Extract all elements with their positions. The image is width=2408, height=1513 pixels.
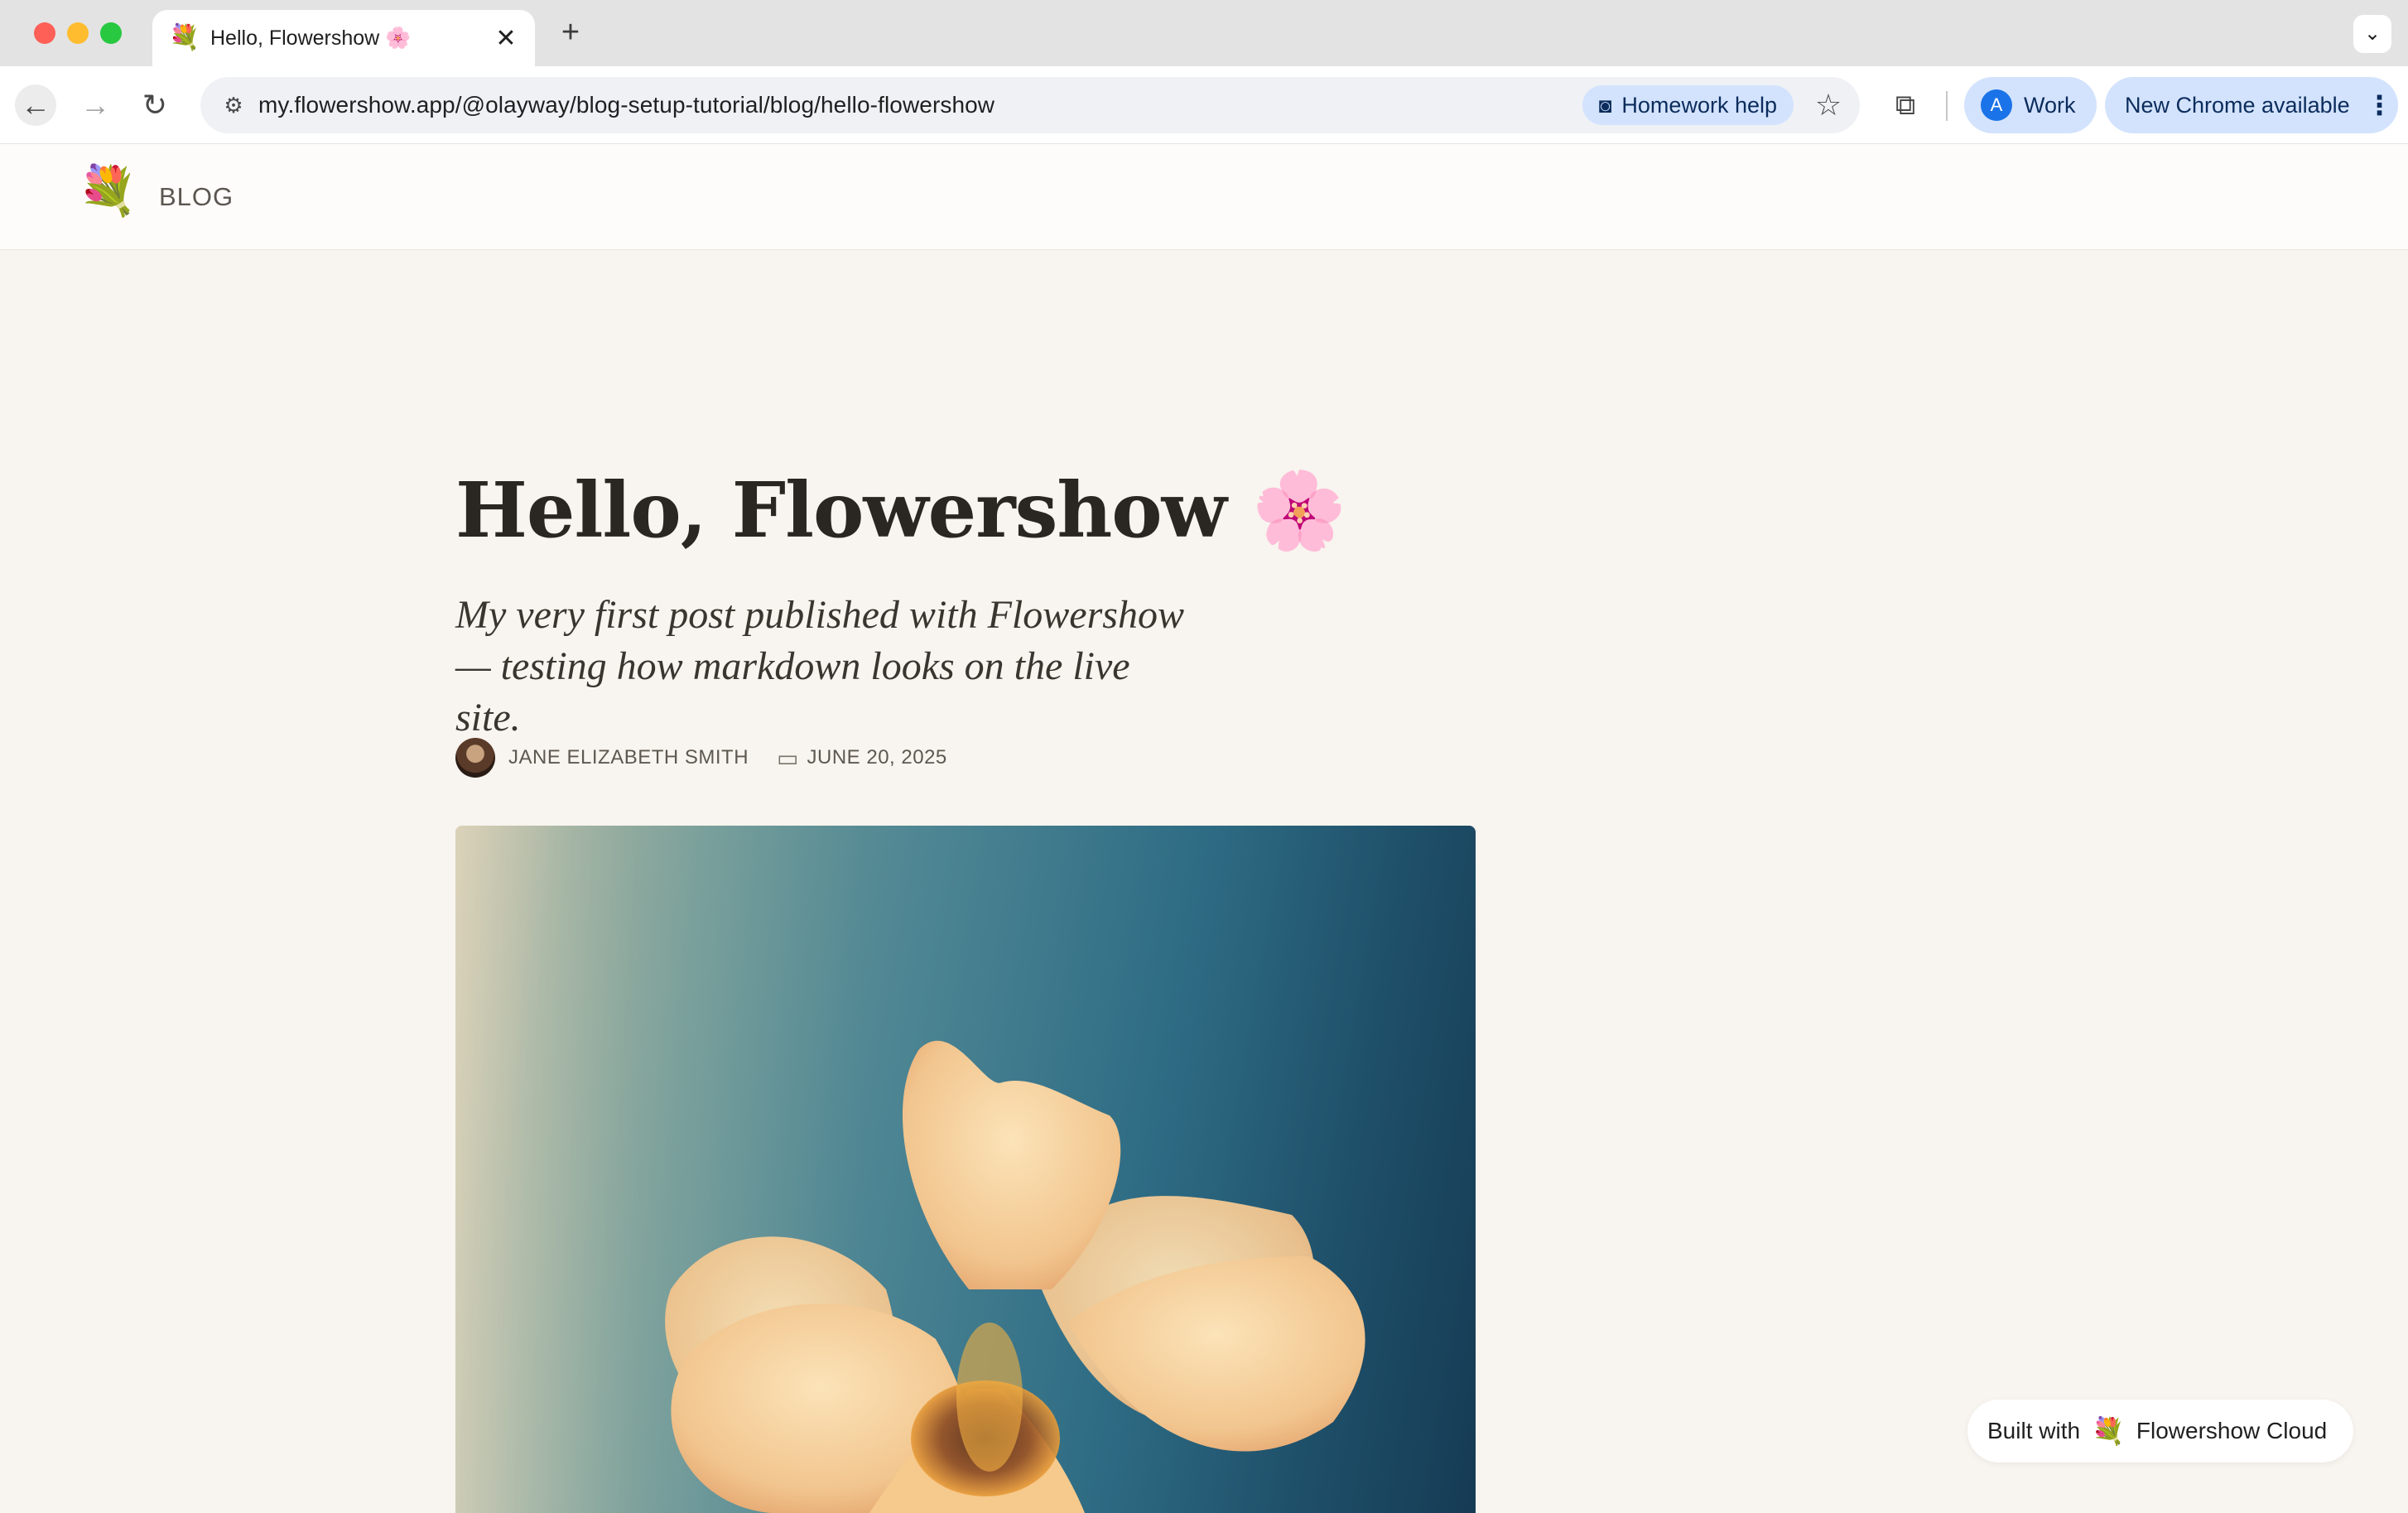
hero-image-flower <box>455 826 1476 1513</box>
tab-close-icon[interactable]: ✕ <box>494 24 518 53</box>
site-logo-bouquet-icon[interactable]: 💐 <box>78 167 137 215</box>
post-article: Hello, Flowershow 🌸 My very first post p… <box>0 250 2408 1513</box>
browser-toolbar: ← → ↻ ⚙ my.flowershow.app/@olayway/blog-… <box>0 66 2408 144</box>
built-with-prefix: Built with <box>1987 1418 2081 1443</box>
flower-illustration <box>455 826 1476 1513</box>
author-name: JANE ELIZABETH SMITH <box>508 746 749 769</box>
camera-search-icon: ◙ <box>1598 92 1612 118</box>
calendar-icon: ▭ <box>777 744 799 771</box>
minimize-window-button[interactable] <box>67 22 89 44</box>
tab-title: Hello, Flowershow 🌸 <box>210 26 412 50</box>
tab-favicon-icon: 💐 <box>169 24 200 51</box>
profile-avatar: A <box>1981 89 2012 121</box>
forward-arrow-icon[interactable]: → <box>75 84 116 126</box>
profile-label: Work <box>2024 92 2076 118</box>
post-meta: JANE ELIZABETH SMITH ▭ JUNE 20, 2025 <box>455 737 947 778</box>
post-date: JUNE 20, 2025 <box>807 746 947 769</box>
built-with-name: Flowershow Cloud <box>2136 1418 2328 1443</box>
homework-help-button[interactable]: ◙ Homework help <box>1582 85 1794 125</box>
maximize-window-button[interactable] <box>100 22 122 44</box>
flowershow-bouquet-icon: 💐 <box>2092 1416 2125 1446</box>
bookmark-star-icon[interactable]: ☆ <box>1804 88 1853 123</box>
more-menu-icon[interactable]: ⋮ <box>2367 89 2393 121</box>
tab-strip: 💐 Hello, Flowershow 🌸 ✕ + ⌄ <box>0 0 2408 66</box>
built-with-badge[interactable]: Built with 💐 Flowershow Cloud <box>1967 1400 2353 1462</box>
site-header: 💐 BLOG <box>0 144 2408 250</box>
extensions-puzzle-icon[interactable]: ⧉ <box>1885 84 1926 126</box>
profile-button[interactable]: A Work <box>1964 77 2097 133</box>
toolbar-divider <box>1946 91 1948 121</box>
back-arrow-icon[interactable]: ← <box>15 84 56 126</box>
site-settings-icon[interactable]: ⚙ <box>209 93 258 118</box>
reload-icon[interactable]: ↻ <box>134 84 176 126</box>
author-avatar <box>455 738 495 778</box>
post-subtitle: My very first post published with Flower… <box>455 593 1184 740</box>
tab-search-chevron-down-icon[interactable]: ⌄ <box>2353 15 2391 53</box>
close-window-button[interactable] <box>34 22 55 44</box>
url-text[interactable]: my.flowershow.app/@olayway/blog-setup-tu… <box>258 92 1582 118</box>
homework-help-label: Homework help <box>1621 92 1777 118</box>
address-bar[interactable]: ⚙ my.flowershow.app/@olayway/blog-setup-… <box>200 77 1860 133</box>
post-title: Hello, Flowershow 🌸 <box>455 465 1346 555</box>
nav-blog-link[interactable]: BLOG <box>159 182 234 212</box>
active-tab[interactable]: 💐 Hello, Flowershow 🌸 ✕ <box>152 10 535 66</box>
new-tab-plus-icon[interactable]: + <box>553 15 588 50</box>
update-label: New Chrome available <box>2125 92 2350 118</box>
chrome-update-button[interactable]: New Chrome available ⋮ <box>2105 77 2398 133</box>
